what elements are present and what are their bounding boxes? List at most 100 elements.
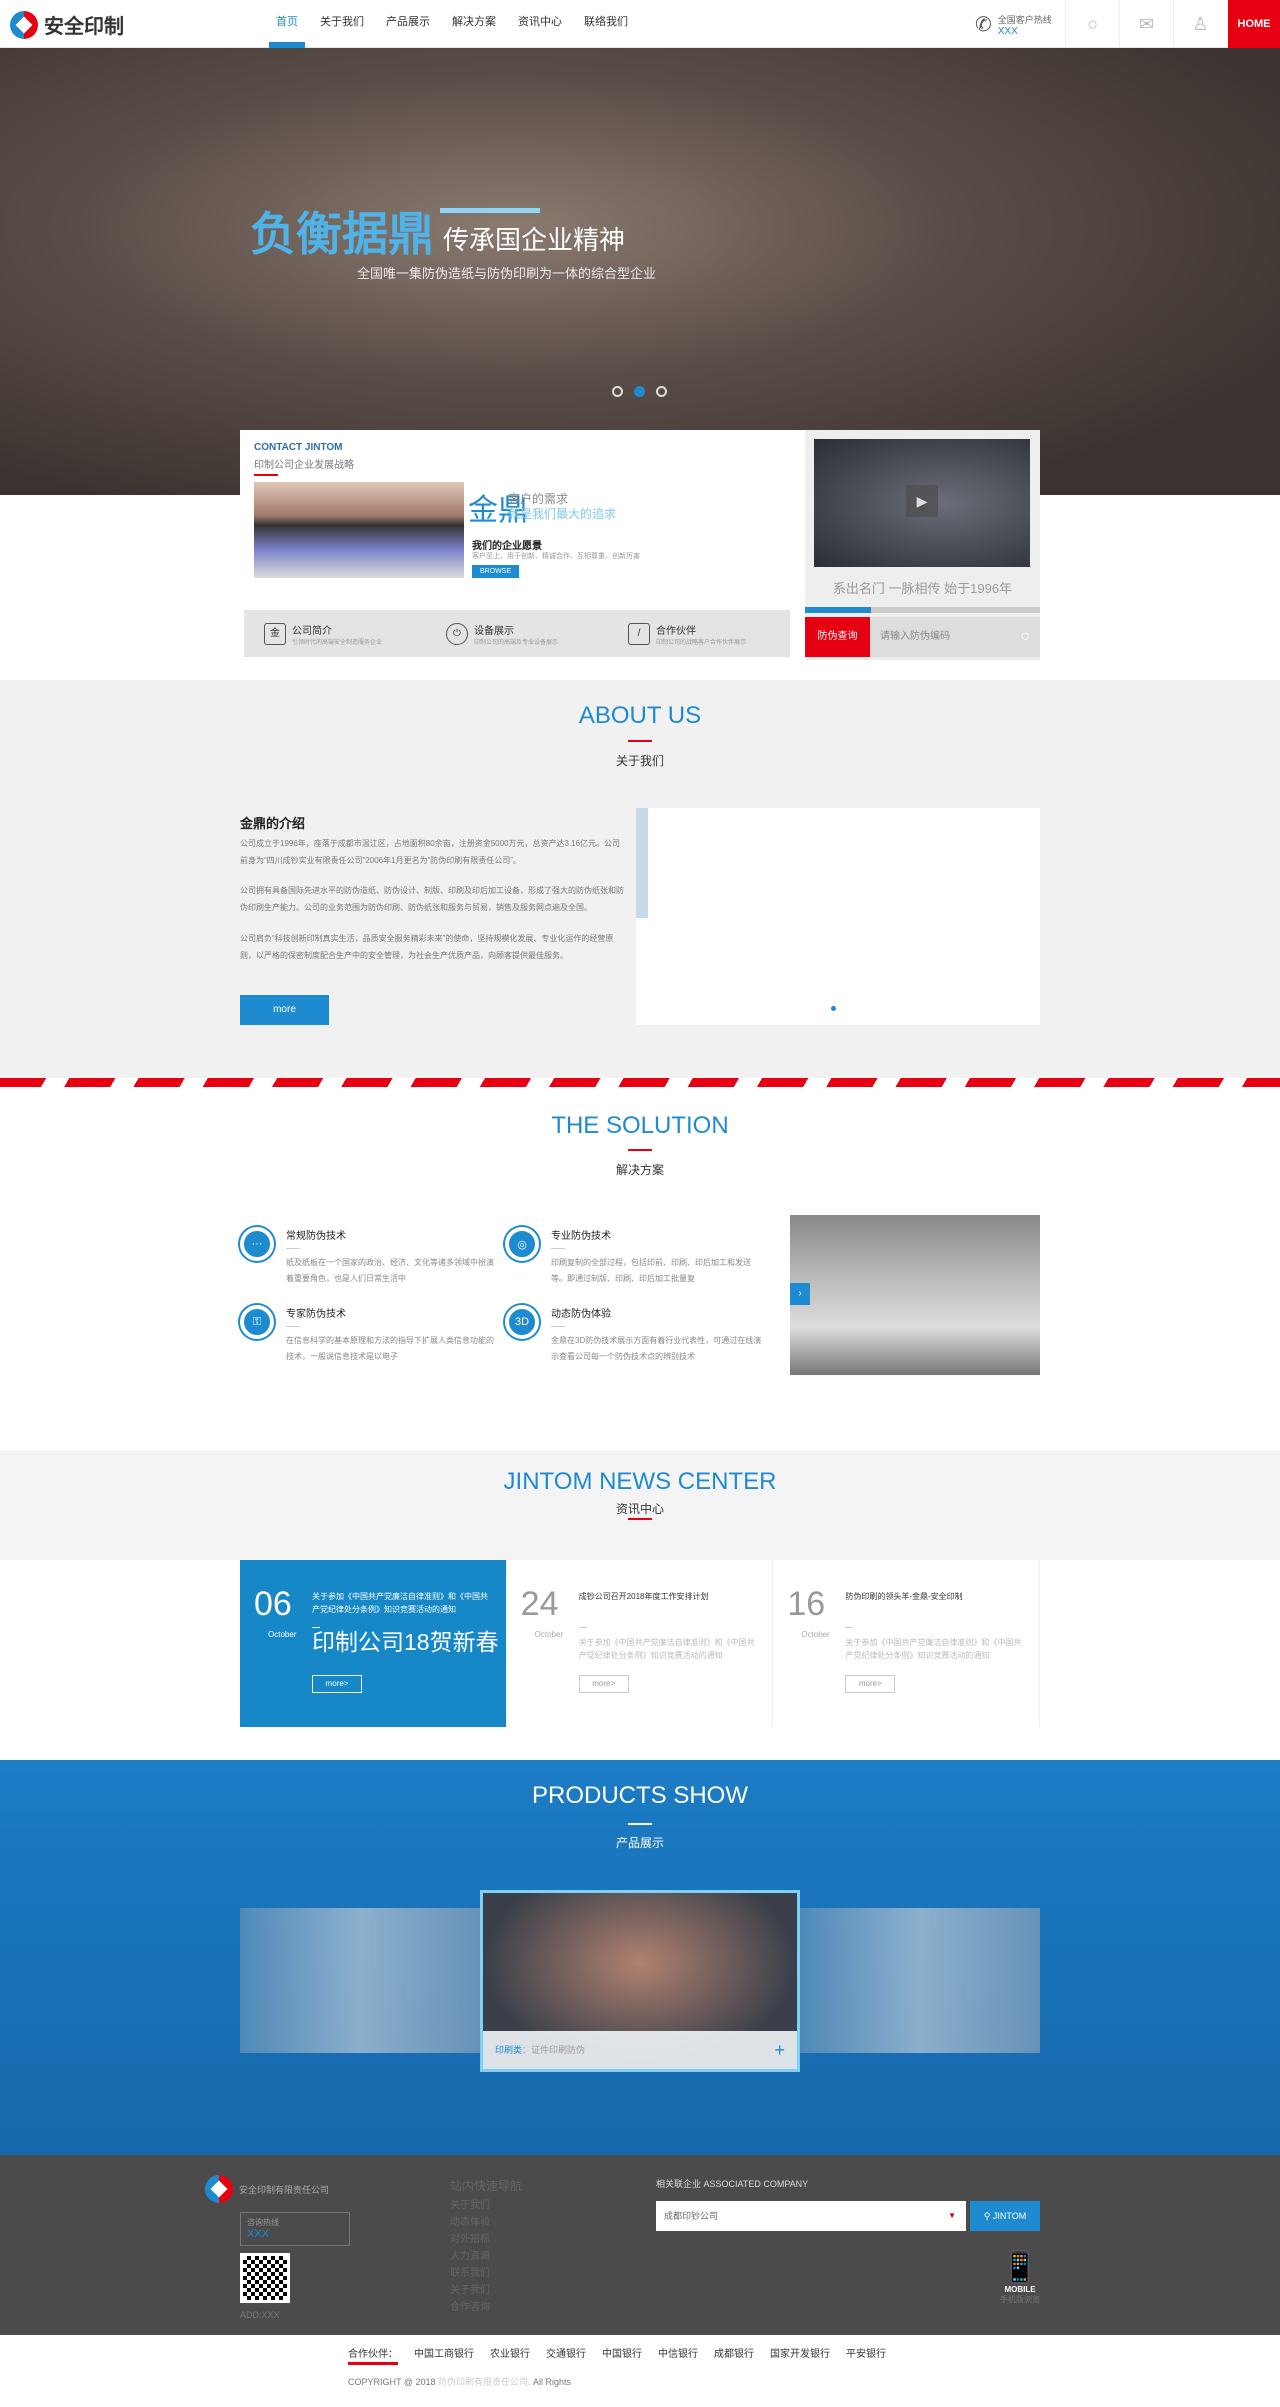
feature-company-intro[interactable]: 金公司简介 引领时代的高端安全制造服务企业 [244,610,426,657]
search-icon[interactable]: ○ [1065,0,1119,48]
product-card-active[interactable]: 印刷类：证件印刷防伪 + [480,1890,800,2072]
nav-home[interactable]: 首页 [265,0,309,48]
news-card[interactable]: 06 October 关于参加《中国共产党廉洁自律准则》和《中国共产党纪律处分条… [240,1560,507,1727]
about-paragraph: 公司拥有具备国际先进水平的防伪造纸、防伪设计、制版、印刷及印后加工设备，形成了强… [240,886,624,912]
feature-title: 设备展示 [474,625,514,637]
solution-title: 动态防伪体验 [551,1309,611,1320]
solution-item[interactable]: ⚿ 专家防伪技术 在信息科学的基本原理和方法的指导下扩展人类信息功能的技术，一般说信… [240,1305,500,1365]
more-button[interactable]: more [240,995,329,1025]
nav-products[interactable]: 产品展示 [375,0,441,48]
products-section: PRODUCTS SHOW 产品展示 印刷类：证件印刷防伪 + [0,1760,1280,2155]
nav-about[interactable]: 关于我们 [309,0,375,48]
slider-dot[interactable] [831,1006,836,1011]
about-heading: 金鼎的介绍 [240,816,306,831]
solution-item[interactable]: ··· 常规防伪技术 纸及纸板在一个国家的政治、经济、文化等诸多领域中扮演着重要角色… [240,1227,500,1287]
product-category: 印刷类 [495,2045,523,2055]
footer-link[interactable]: 关于我们 [450,2197,522,2214]
jintom-go-button[interactable]: ⚲ JINTOM [970,2201,1040,2231]
feature-equipment[interactable]: ⏻ 设备展示 印制公司的高端及专业设备展示 [426,610,608,657]
plus-icon[interactable]: + [774,2031,785,2069]
product-thumb[interactable] [800,1908,1040,2053]
red-divider [628,1518,652,1520]
hero-divider [440,208,540,213]
partner-link[interactable]: 平安银行 [846,2345,886,2365]
partner-link[interactable]: 农业银行 [490,2345,530,2365]
footer-link[interactable]: 对外招标 [450,2231,522,2248]
nav-news[interactable]: 资讯中心 [507,0,573,48]
solution-desc: 金鼎在3D防伪技术展示方面有着行业代表性，可通过在线演示查看公司每一个防伪技术点… [551,1336,762,1361]
header: 安全印制 首页 关于我们 产品展示 解决方案 资讯中心 联络我们 ✆ 全国客户热… [0,0,1280,48]
news-desc: 关于参加《中国共产党廉洁自律准则》和《中国共产党纪律处分条例》知识竞赛活动的通知 [578,1638,755,1660]
qr-code [240,2253,290,2303]
partner-link[interactable]: 成都银行 [714,2345,754,2365]
browse-button[interactable]: BROWSE [472,565,520,578]
footer-link[interactable]: 人力资源 [450,2248,522,2265]
anti-fake-query-button[interactable]: 防伪查询 [805,617,870,657]
chevron-right-icon[interactable]: › [790,1283,810,1305]
mail-icon[interactable]: ✉ [1119,0,1173,48]
footer-nav: 站内快速导航 关于我们 动态体验 对外招标 人力资源 联系我们 关于我们 合作咨… [450,2178,522,2316]
mobile-label: MOBILE [1004,2285,1036,2294]
play-icon[interactable]: ▶ [906,485,938,517]
partner-link[interactable]: 交通银行 [546,2345,586,2365]
mobile-phone-icon: 📱 [1001,2251,1039,2284]
logo-text: 安全印制 [44,16,124,38]
red-divider [628,740,652,742]
footer-link[interactable]: 联系我们 [450,2265,522,2282]
nav-contact[interactable]: 联络我们 [573,0,639,48]
section-subtitle: 资讯中心 [615,1502,664,1516]
partner-link[interactable]: 中信银行 [658,2345,698,2365]
news-card[interactable]: 16 October 防伪印刷的领头羊-金鼎-安全印制 关于参加《中国共产党廉洁… [773,1560,1041,1727]
bottom-bar: 合作伙伴： 中国工商银行 农业银行 交通银行 中国银行 中信银行 成都银行 国家… [0,2335,1280,2407]
partner-link[interactable]: 国家开发银行 [770,2345,830,2365]
solution-item[interactable]: 3D 动态防伪体验 金鼎在3D防伪技术展示方面有着行业代表性，可通过在线演示查看公司… [505,1305,765,1365]
company-icon: 金 [264,622,286,645]
about-paragraph: 公司成立于1996年，座落于成都市温江区，占地面积80余亩，注册资金5000万元… [240,839,621,865]
slider-dot-active[interactable] [634,386,645,397]
logo-icon [205,2175,233,2203]
solution-title: 专家防伪技术 [286,1309,346,1320]
section-title: THE SOLUTION [551,1112,729,1139]
video-thumbnail[interactable]: ▶ [814,439,1030,567]
partner-link[interactable]: 中国工商银行 [414,2345,474,2365]
more-button[interactable]: more> [578,1675,629,1693]
news-card[interactable]: 24 October 成钞公司召开2018年度工作安排计划 关于参加《中国共产党… [506,1560,774,1727]
partners-label: 合作伙伴： [348,2345,398,2365]
mobile-link[interactable]: 📱 MOBILE 手机版浏览 [1000,2250,1040,2305]
more-button[interactable]: more> [845,1675,896,1693]
associated-company-select[interactable]: 成都印钞公司 ▼ [656,2201,966,2231]
power-icon: ⏻ [446,622,468,645]
video-card: ▶ 系出名门 一脉相传 始于1996年 防伪查询 请输入防伪编码 ○ [805,430,1040,660]
footer-hotline: 咨询热线 XXX [240,2212,350,2246]
slider-dot[interactable] [656,386,667,397]
partner-link[interactable]: 中国银行 [602,2345,642,2365]
chevron-left-icon[interactable]: ‹ [270,567,279,598]
footer-link[interactable]: 关于我们 [450,2282,522,2299]
news-month: October [801,1630,830,1639]
about-paragraph: 公司肩负“科技创新印制真实生活，品质安全服务精彩未来”的使命，坚持规模化发展、专… [240,934,614,960]
media-edge [636,808,648,918]
slider-dot[interactable] [612,386,623,397]
slider-dots [612,386,667,397]
search-icon[interactable]: ○ [1020,628,1030,646]
phone-icon: ✆ [975,14,992,36]
nav-solutions[interactable]: 解决方案 [441,0,507,48]
solution-item[interactable]: ◎ 专业防伪技术 印刷复制的全部过程，包括印前、印刷、印后加工和发送等。即通过制版、… [505,1227,765,1287]
feature-desc: 引领时代的高端安全制造服务企业 [292,639,383,646]
footer-link[interactable]: 合作咨询 [450,2299,522,2316]
news-month: October [534,1630,564,1639]
vision-title: 我们的企业愿景 [472,541,542,552]
footer-link[interactable]: 动态体验 [450,2214,522,2231]
news-month: October [268,1630,297,1639]
logo[interactable]: 安全印制 [10,10,124,39]
home-button[interactable]: HOME [1228,0,1280,48]
section-title: ABOUT US [578,702,702,729]
card-title: CONTACT JINTOM [254,442,343,453]
caret-down-icon: ▼ [948,2211,956,2220]
anti-fake-code-input[interactable]: 请输入防伪编码 [870,617,1040,657]
chevron-right-icon[interactable]: › [439,567,448,598]
more-button[interactable]: more> [312,1675,362,1693]
user-icon[interactable]: ♙ [1173,0,1227,48]
feature-partners[interactable]: / 合作伙伴 印制公司的战略客户合作伙伴展示 [608,610,790,657]
product-thumb[interactable] [240,1908,480,2053]
